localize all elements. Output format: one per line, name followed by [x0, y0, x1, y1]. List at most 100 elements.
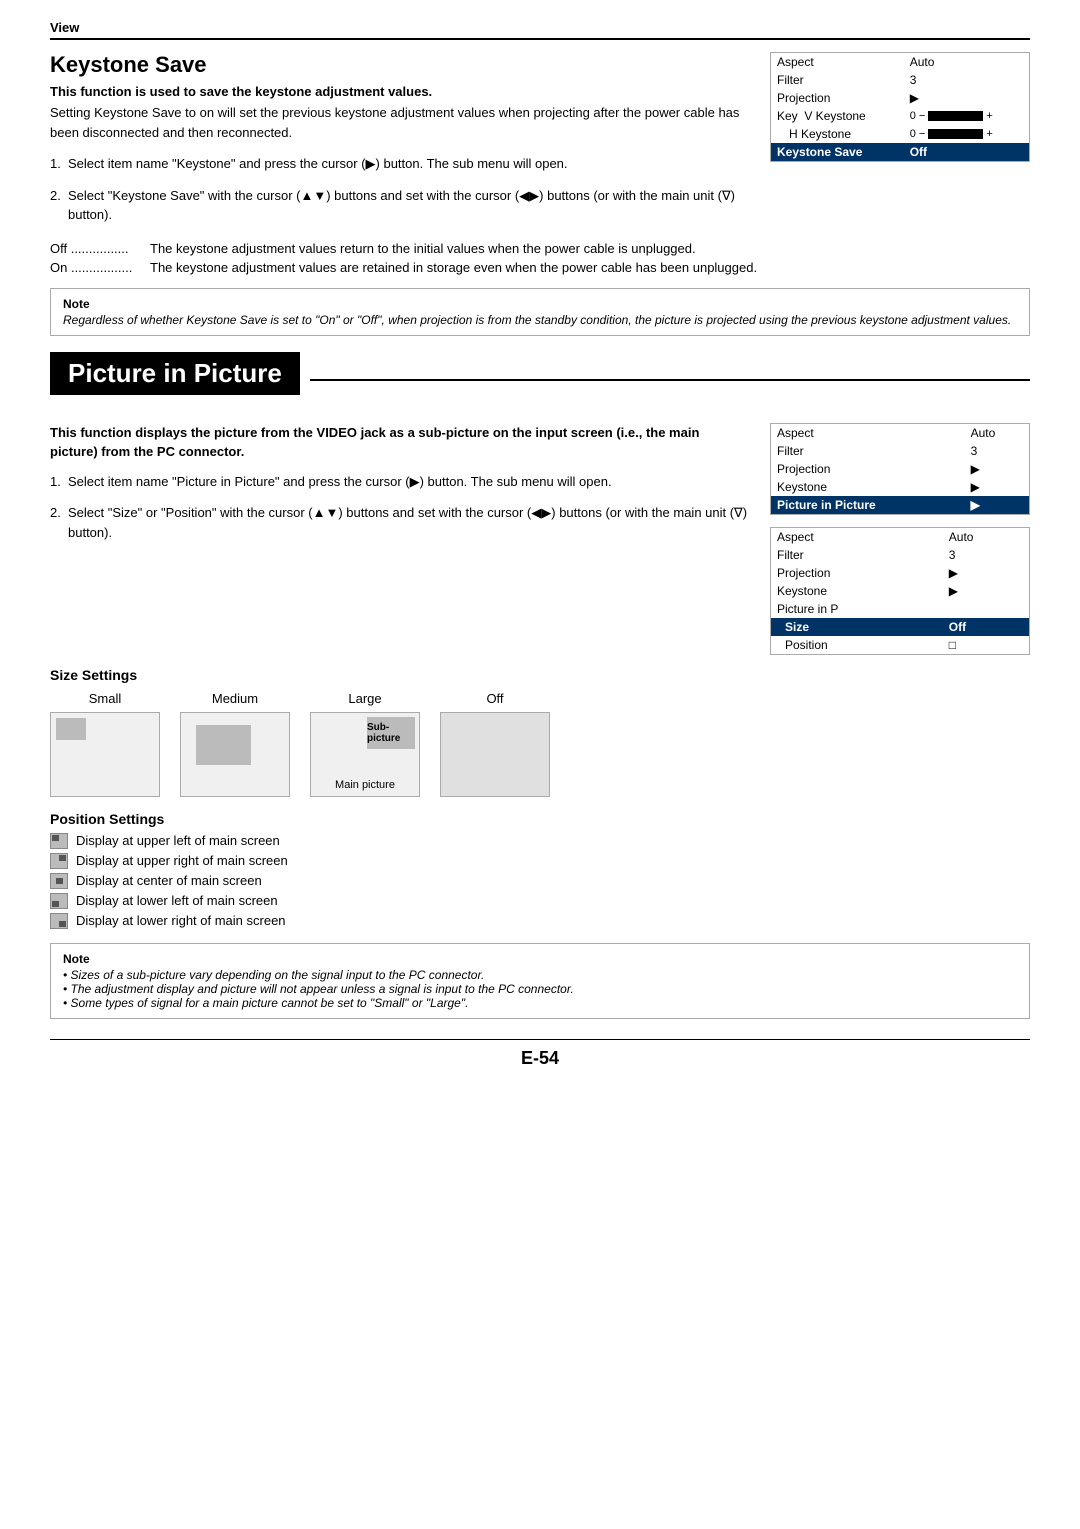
- pip-m1-keystone-arrow: ▶: [965, 478, 1030, 496]
- pip-menu2-filter: Filter 3: [771, 546, 1030, 564]
- size-large-sublabel: Sub-picture: [367, 722, 415, 744]
- pip-m2-position-label: Position: [771, 636, 943, 655]
- pos-icon-lr: [50, 913, 68, 929]
- step-num-2: 2.: [50, 186, 68, 206]
- pip-m1-filter-label: Filter: [771, 442, 965, 460]
- position-settings-section: Position Settings Display at upper left …: [50, 811, 1030, 929]
- size-col-off: Off: [440, 691, 550, 797]
- pip-menus-right: Aspect Auto Filter 3 Projection ▶ Keysto…: [770, 423, 1030, 655]
- pip-bold-intro: This function displays the picture from …: [50, 423, 750, 462]
- pip-step-num-1: 1.: [50, 472, 68, 492]
- pip-m2-filter-value: 3: [943, 546, 1030, 564]
- pip-menu2-aspect: Aspect Auto: [771, 527, 1030, 546]
- menu-filter-value: 3: [904, 71, 1030, 89]
- page-number: E-54: [50, 1039, 1030, 1069]
- pip-section-title: Picture in Picture: [50, 352, 300, 395]
- position-item-ul: Display at upper left of main screen: [50, 833, 1030, 849]
- menu-vkeystone-slider: 0 −+: [904, 107, 1030, 125]
- pip-menu1-projection: Projection ▶: [771, 460, 1030, 478]
- pip-m2-keystone-label: Keystone: [771, 582, 943, 600]
- pip-note-bullet-3: • Some types of signal for a main pictur…: [63, 996, 1017, 1010]
- keystone-note-title: Note: [63, 297, 1017, 311]
- menu-row-hkeystone: H Keystone 0 −+: [771, 125, 1030, 143]
- size-label-large: Large: [348, 691, 381, 706]
- vkeystone-bar: [928, 111, 983, 121]
- pip-m2-aspect-value: Auto: [943, 527, 1030, 546]
- pip-note-box: Note • Sizes of a sub-picture vary depen…: [50, 943, 1030, 1019]
- size-large-mainlabel: Main picture: [335, 779, 395, 791]
- menu-keystonesave-label: Keystone Save: [771, 143, 904, 162]
- menu-aspect-value: Auto: [904, 53, 1030, 72]
- pos-icon-ul: [50, 833, 68, 849]
- off-text: The keystone adjustment values return to…: [150, 239, 696, 259]
- menu-row-keystonesave: Keystone Save Off: [771, 143, 1030, 162]
- pip-m2-size-value: Off: [943, 618, 1030, 636]
- pip-m2-pip-partial: Picture in P: [771, 600, 943, 618]
- keystone-save-bold: This function is used to save the keysto…: [50, 84, 750, 99]
- size-col-large: Large Sub-picture Main picture: [310, 691, 420, 797]
- pip-menu2-keystone: Keystone ▶: [771, 582, 1030, 600]
- menu-hkeystone-slider: 0 −+: [904, 125, 1030, 143]
- keystone-left: Keystone Save This function is used to s…: [50, 52, 750, 229]
- pip-m1-keystone-label: Keystone: [771, 478, 965, 496]
- size-box-large: Sub-picture Main picture: [310, 712, 420, 797]
- off-label: Off ................: [50, 239, 150, 259]
- pip-title-wrapper: Picture in Picture: [50, 352, 1030, 409]
- keystone-menu-table: Aspect Auto Filter 3 Projection ▶ Key V …: [770, 52, 1030, 162]
- menu-hkeystone-label: H Keystone: [771, 125, 904, 143]
- step-num-1: 1.: [50, 154, 68, 174]
- pos-icon-ur: [50, 853, 68, 869]
- pip-menu1-keystone: Keystone ▶: [771, 478, 1030, 496]
- position-item-lr: Display at lower right of main screen: [50, 913, 1030, 929]
- pip-m2-filter-label: Filter: [771, 546, 943, 564]
- keystone-note-box: Note Regardless of whether Keystone Save…: [50, 288, 1030, 336]
- menu-projection-label: Projection: [771, 89, 904, 107]
- pip-m1-pip-arrow: ▶: [965, 496, 1030, 515]
- size-col-small: Small: [50, 691, 160, 797]
- position-settings-title: Position Settings: [50, 811, 1030, 827]
- position-item-ll: Display at lower left of main screen: [50, 893, 1030, 909]
- pip-menu1-filter: Filter 3: [771, 442, 1030, 460]
- size-col-medium: Medium: [180, 691, 290, 797]
- pip-m2-position-icon: □: [943, 636, 1030, 655]
- keystone-save-intro: Setting Keystone Save to on will set the…: [50, 103, 750, 142]
- size-settings-title: Size Settings: [50, 667, 1030, 683]
- pip-m2-projection-arrow: ▶: [943, 564, 1030, 582]
- pip-menu2-position: Position □: [771, 636, 1030, 655]
- menu-projection-arrow: ▶: [904, 89, 1030, 107]
- pos-dot-ll: [52, 901, 59, 907]
- pip-menu1-pip-row: Picture in Picture ▶: [771, 496, 1030, 515]
- menu-vkeystone-label: Key V Keystone: [771, 107, 904, 125]
- menu-row-vkeystone: Key V Keystone 0 −+: [771, 107, 1030, 125]
- step-text-1: Select item name "Keystone" and press th…: [68, 154, 568, 174]
- pos-dot-c: [56, 878, 63, 884]
- size-label-medium: Medium: [212, 691, 258, 706]
- pip-m1-pip-label: Picture in Picture: [771, 496, 965, 515]
- keystone-save-section: Keystone Save This function is used to s…: [50, 52, 1030, 229]
- menu-row-filter: Filter 3: [771, 71, 1030, 89]
- pip-step-2: 2. Select "Size" or "Position" with the …: [50, 503, 750, 542]
- hkeystone-slider-cell: 0 −+: [910, 128, 1023, 140]
- menu-row-projection: Projection ▶: [771, 89, 1030, 107]
- position-text-c: Display at center of main screen: [76, 873, 262, 888]
- view-label: View: [50, 20, 1030, 40]
- position-item-c: Display at center of main screen: [50, 873, 1030, 889]
- size-medium-inner: [196, 725, 251, 765]
- pip-menu2-pip-label-row: Picture in P: [771, 600, 1030, 618]
- keystone-step-1: 1. Select item name "Keystone" and press…: [50, 154, 750, 174]
- page: View Keystone Save This function is used…: [0, 0, 1080, 1529]
- size-label-small: Small: [89, 691, 122, 706]
- pos-icon-ll: [50, 893, 68, 909]
- vkeystone-slider-cell: 0 −+: [910, 110, 1023, 122]
- pip-title-line: [310, 379, 1030, 381]
- off-entry: Off ................ The keystone adjust…: [50, 239, 1030, 259]
- menu-filter-label: Filter: [771, 71, 904, 89]
- on-text: The keystone adjustment values are retai…: [150, 258, 757, 278]
- size-grid: Small Medium Large Sub-picture: [50, 691, 1030, 797]
- pip-m1-projection-label: Projection: [771, 460, 965, 478]
- pip-menu2-projection: Projection ▶: [771, 564, 1030, 582]
- keystone-save-title: Keystone Save: [50, 52, 750, 78]
- menu-row-aspect: Aspect Auto: [771, 53, 1030, 72]
- pip-m2-projection-label: Projection: [771, 564, 943, 582]
- size-settings-section: Size Settings Small Medium Large: [50, 667, 1030, 797]
